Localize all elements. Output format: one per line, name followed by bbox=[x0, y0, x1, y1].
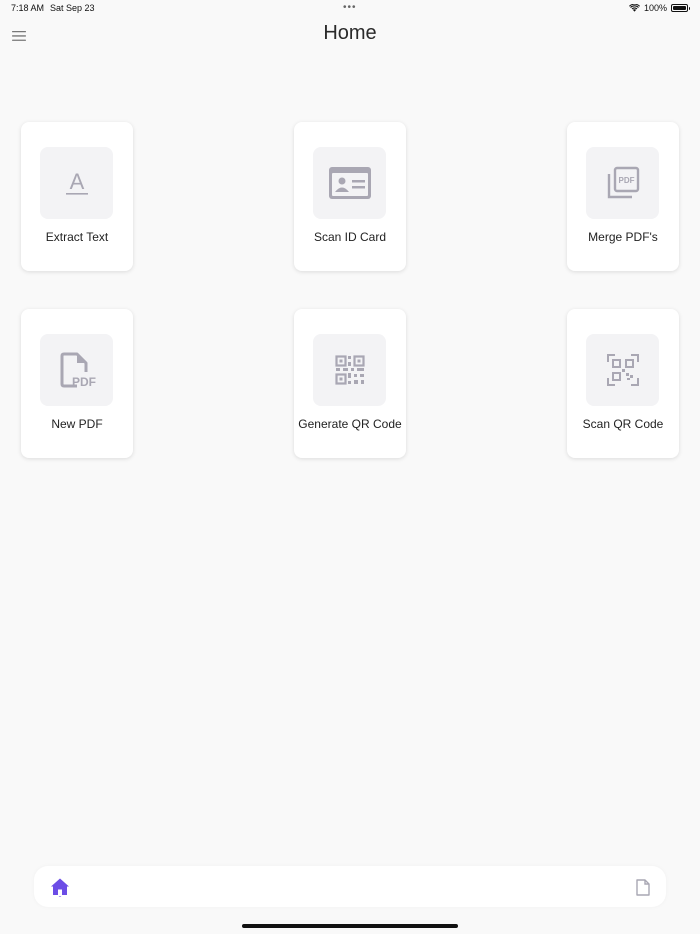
multitasking-dots[interactable]: ••• bbox=[343, 2, 357, 13]
card-icon-box bbox=[586, 334, 659, 406]
status-time: 7:18 AM bbox=[11, 3, 45, 13]
battery-percent: 100% bbox=[643, 3, 667, 13]
card-label: Extract Text bbox=[45, 230, 109, 244]
qr-scan-icon bbox=[606, 354, 639, 386]
bottom-navigation bbox=[34, 866, 666, 907]
new-pdf-icon: PDF bbox=[60, 352, 96, 389]
wifi-icon bbox=[628, 4, 640, 12]
card-label: Merge PDF's bbox=[588, 230, 658, 244]
card-icon-box: A bbox=[40, 147, 113, 219]
new-pdf-card[interactable]: PDF New PDF bbox=[21, 309, 133, 458]
scan-id-card-card[interactable]: Scan ID Card bbox=[294, 122, 406, 271]
battery-icon bbox=[671, 4, 690, 12]
qr-code-icon bbox=[334, 355, 365, 385]
card-label: Generate QR Code bbox=[298, 417, 402, 431]
home-indicator bbox=[242, 924, 458, 928]
status-right: 100% bbox=[628, 3, 690, 13]
status-date: Sat Sep 23 bbox=[50, 3, 95, 13]
merge-pdfs-card[interactable]: PDF Merge PDF's bbox=[567, 122, 679, 271]
svg-text:PDF: PDF bbox=[618, 176, 634, 185]
card-label: New PDF bbox=[51, 417, 103, 431]
card-icon-box: PDF bbox=[40, 334, 113, 406]
merge-pdf-icon: PDF bbox=[607, 166, 639, 199]
page-title: Home bbox=[323, 22, 377, 44]
card-icon-box bbox=[313, 147, 386, 219]
card-label: Scan QR Code bbox=[582, 417, 664, 431]
card-label: Scan ID Card bbox=[313, 230, 387, 244]
extract-text-card[interactable]: A Extract Text bbox=[21, 122, 133, 271]
svg-text:A: A bbox=[69, 169, 84, 194]
document-icon[interactable] bbox=[636, 879, 650, 896]
status-bar: 7:18 AM Sat Sep 23 ••• 100% bbox=[0, 0, 700, 18]
svg-text:PDF: PDF bbox=[72, 375, 96, 389]
card-icon-box bbox=[313, 334, 386, 406]
home-icon[interactable] bbox=[50, 877, 70, 897]
generate-qr-code-card[interactable]: Generate QR Code bbox=[294, 309, 406, 458]
card-icon-box: PDF bbox=[586, 147, 659, 219]
id-card-icon bbox=[328, 167, 371, 199]
scan-qr-code-card[interactable]: Scan QR Code bbox=[567, 309, 679, 458]
text-extract-icon: A bbox=[65, 169, 88, 195]
